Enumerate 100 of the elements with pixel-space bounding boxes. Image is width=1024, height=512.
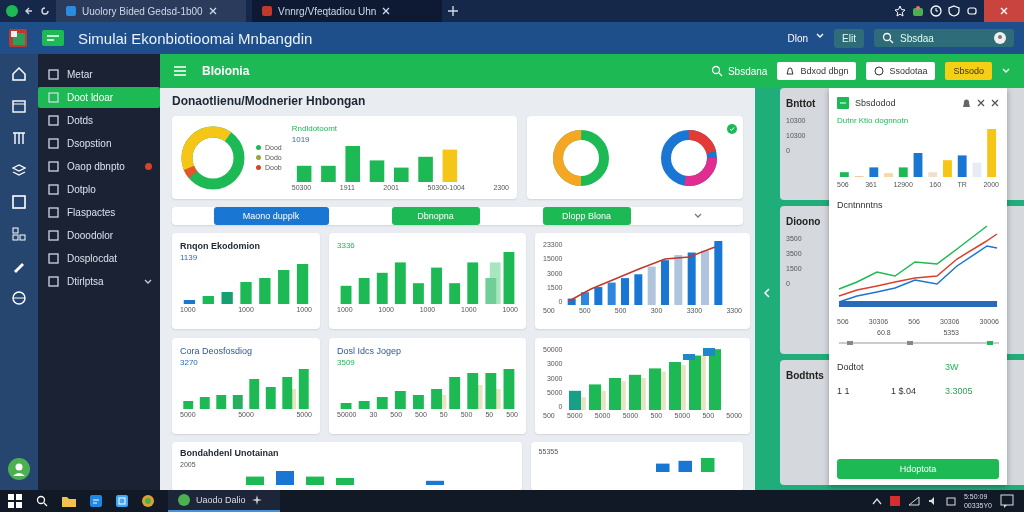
- toolbar-button[interactable]: Sbsodo: [945, 62, 992, 80]
- folder-icon[interactable]: [62, 495, 76, 507]
- profile-icon[interactable]: [8, 458, 30, 480]
- app-icon[interactable]: [90, 495, 102, 507]
- caret-icon[interactable]: [693, 213, 702, 219]
- chart-bar: [634, 274, 643, 305]
- columns-icon[interactable]: [11, 130, 27, 146]
- chart-bar: [608, 282, 617, 305]
- bell-icon[interactable]: [962, 98, 971, 108]
- chart-bar: [688, 252, 697, 305]
- browser-icon[interactable]: [142, 495, 154, 507]
- table-cell-text: 1 1: [837, 386, 851, 396]
- app-icon: [42, 30, 64, 46]
- chart-value: 1019: [291, 135, 311, 144]
- history-icon[interactable]: [930, 5, 942, 17]
- search-icon[interactable]: [36, 495, 48, 507]
- reload-icon[interactable]: [40, 6, 50, 16]
- browser-tab[interactable]: Vnnrg/Vfeqtadiou Uhn: [252, 0, 442, 22]
- browser-tab[interactable]: Uuolory Bided Gedsd-1b00: [56, 0, 246, 22]
- chart-bar: [202, 296, 214, 304]
- pin-icon: [251, 495, 262, 505]
- chart-bar: [340, 403, 352, 409]
- stack-icon[interactable]: [11, 162, 27, 178]
- chart-bar: [449, 377, 461, 409]
- chart-bar: [183, 401, 194, 409]
- network-icon[interactable]: [907, 496, 920, 506]
- home-icon[interactable]: [11, 66, 27, 82]
- donut-chart-drawing: [180, 124, 246, 191]
- chevron-left-icon[interactable]: [763, 288, 771, 298]
- restore-icon[interactable]: [966, 5, 978, 17]
- sidebar-item[interactable]: Dotds: [38, 110, 160, 131]
- shield-icon[interactable]: [948, 5, 960, 17]
- chart-bar: [701, 250, 710, 305]
- chart-bar: [431, 389, 442, 409]
- close-icon[interactable]: [977, 98, 985, 107]
- square-icon: [48, 138, 59, 149]
- chart-bar: [661, 260, 670, 305]
- chart-bar: [503, 252, 515, 304]
- close-icon[interactable]: [991, 98, 999, 107]
- chart-title: Dcntnnntns: [837, 200, 884, 210]
- chart-bar: [449, 283, 461, 304]
- edit-button[interactable]: Elit: [834, 28, 864, 48]
- chart-bar: [568, 298, 577, 305]
- new-tab-icon[interactable]: [448, 6, 458, 16]
- search-icon: [882, 32, 894, 44]
- taskbar-app[interactable]: Uaodo Dalio: [168, 490, 280, 512]
- sidebar-item[interactable]: Dtirlptsa: [38, 271, 160, 292]
- search-field[interactable]: Sbsdaa: [874, 29, 1014, 47]
- action-button[interactable]: Maono dupplk: [213, 207, 329, 225]
- window-icon[interactable]: [11, 194, 27, 210]
- chart-bar: [232, 395, 243, 409]
- sidebar-item[interactable]: Oaop dbnpto: [38, 156, 160, 177]
- chart-title: Dutnr Ktio dognnotn: [837, 116, 910, 125]
- app-icon[interactable]: [116, 495, 128, 507]
- chart-bar: [394, 391, 406, 409]
- table-cell-text: 3.3005: [945, 386, 974, 396]
- globe-icon[interactable]: [11, 290, 27, 306]
- chart-title: Rnqon Ekodomion: [180, 241, 261, 251]
- star-icon[interactable]: [894, 5, 906, 17]
- sidebar-item[interactable]: Dooodolor: [38, 225, 160, 246]
- notification-icon[interactable]: [1000, 494, 1014, 508]
- grid-icon[interactable]: [11, 226, 27, 242]
- chart-bar: [839, 172, 849, 177]
- chart-bar: [418, 156, 433, 182]
- browser-logo-icon: [6, 5, 18, 17]
- battery-icon[interactable]: [945, 496, 956, 506]
- table-cell-text: 1 $.04: [891, 386, 918, 396]
- chart-bar: [345, 146, 360, 182]
- windows-start-icon[interactable]: [8, 494, 22, 508]
- square-icon: [48, 115, 59, 126]
- chart-bar: [413, 395, 424, 409]
- sidebar-item[interactable]: Metar: [38, 64, 160, 85]
- app-logo-icon: [8, 27, 28, 49]
- toolbar-button[interactable]: Bdxod dbgn: [777, 62, 857, 80]
- app-icon: [178, 494, 190, 506]
- table-cell-text: 3W: [945, 362, 960, 372]
- avatar-icon: [994, 32, 1006, 44]
- chart-bar: [278, 270, 290, 304]
- square-icon: [48, 276, 59, 287]
- tab-favicon-icon: [66, 6, 76, 16]
- sidebar-item[interactable]: Dsopstion: [38, 133, 160, 154]
- chevron-up-icon[interactable]: [871, 497, 882, 505]
- chart-bar: [240, 282, 252, 304]
- sidebar-item[interactable]: Dosplocdat: [38, 248, 160, 269]
- chart-bar: [296, 264, 309, 304]
- calendar-icon[interactable]: [11, 98, 27, 114]
- toolbar-button[interactable]: Ssodotaa: [866, 62, 936, 80]
- chart-value: 1139: [180, 253, 199, 262]
- back-icon[interactable]: [24, 6, 34, 16]
- card-title: Dioono: [786, 216, 821, 227]
- sidebar-item[interactable]: Flaspactes: [38, 202, 160, 223]
- extension-icon[interactable]: [912, 5, 924, 17]
- tray-app-icon[interactable]: [889, 496, 900, 506]
- chart-bar: [714, 241, 723, 305]
- sidebar-item[interactable]: Dotplo: [38, 179, 160, 200]
- menu-dropdown[interactable]: Dlon: [787, 32, 825, 44]
- chart-bar: [394, 262, 406, 304]
- chart-bar: [987, 129, 997, 177]
- chart-bar: [581, 292, 590, 305]
- square-icon: [48, 184, 59, 195]
